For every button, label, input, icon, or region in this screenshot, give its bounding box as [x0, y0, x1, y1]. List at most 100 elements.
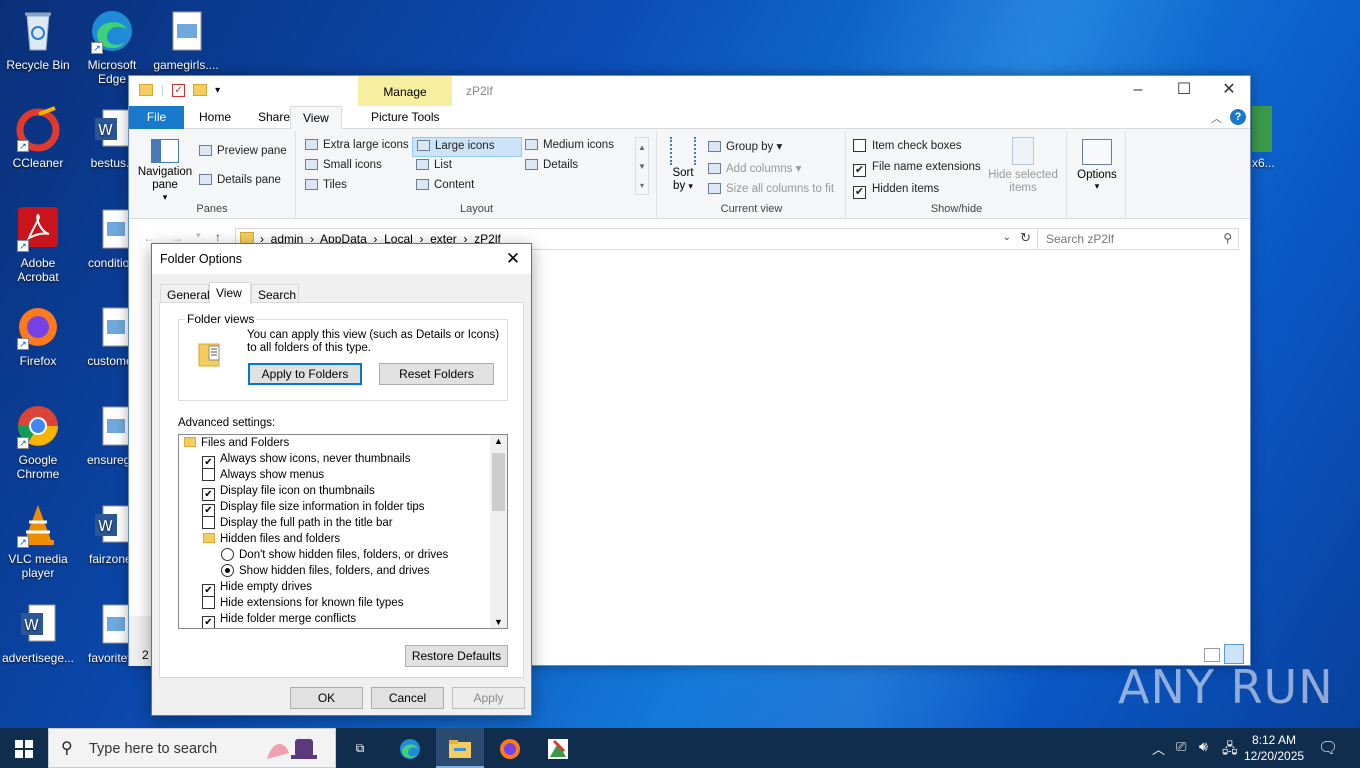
tab-picture-tools[interactable]: Picture Tools — [359, 106, 451, 129]
taskbar-edge-icon[interactable] — [386, 728, 434, 768]
recent-locations-icon[interactable]: ▾ — [196, 230, 201, 241]
folder-views-icon — [197, 340, 223, 368]
scrollbar-thumb[interactable] — [492, 453, 505, 511]
file-name-extensions-toggle[interactable]: ✔ File name extensions — [853, 161, 981, 177]
meet-now-icon[interactable]: ⎚ — [1176, 739, 1186, 755]
hide-selected-items-button[interactable]: Hide selected items — [987, 137, 1059, 195]
tab-search[interactable]: Search — [251, 284, 299, 303]
search-input[interactable]: Search zP2lf ⚲ — [1037, 228, 1239, 250]
tab-general[interactable]: General — [160, 284, 210, 303]
layout-tiles[interactable]: Tiles — [305, 179, 347, 191]
layout-extra-large-icons[interactable]: Extra large icons — [305, 139, 409, 151]
folder-icon[interactable] — [139, 84, 153, 96]
tab-file[interactable]: File — [129, 106, 184, 129]
apply-button[interactable]: Apply — [452, 687, 525, 709]
shortcut-arrow-icon: ↗ — [17, 437, 29, 449]
checkbox — [853, 139, 866, 152]
dropdown-icon: ▾ — [162, 192, 168, 202]
address-dropdown-icon[interactable]: ⌄ — [1003, 232, 1011, 243]
setting-hide-empty-drives[interactable]: ✔ Hide empty drives — [202, 579, 312, 597]
clock[interactable]: 8:12 AM 12/20/2025 — [1244, 732, 1304, 764]
tab-home[interactable]: Home — [187, 106, 243, 129]
item-check-boxes-toggle[interactable]: Item check boxes — [853, 139, 961, 152]
tree-folder-files-and-folders: Files and Folders — [184, 435, 289, 451]
shortcut-arrow-icon: ↗ — [17, 338, 29, 350]
radio-button-selected — [221, 564, 234, 577]
properties-icon[interactable]: ✓ — [172, 83, 186, 97]
layout-small-icons[interactable]: Small icons — [305, 159, 382, 171]
layout-gallery-scroll[interactable]: ▲ ▼ ▾ — [635, 137, 649, 195]
desktop-icon-recycle-bin[interactable]: Recycle Bin — [0, 8, 76, 72]
close-icon[interactable]: ✕ — [1206, 76, 1252, 106]
setting-dont-show-hidden[interactable]: Don't show hidden files, folders, or dri… — [221, 547, 448, 563]
add-columns-button[interactable]: Add columns ▾ — [708, 161, 801, 175]
navigation-pane-button[interactable]: Navigation pane ▾ — [135, 135, 195, 203]
new-folder-icon[interactable] — [193, 84, 208, 96]
desktop-icon-vlc[interactable]: ↗ VLC media player — [0, 502, 76, 580]
desktop-icon-firefox[interactable]: ↗ Firefox — [0, 304, 76, 368]
setting-hide-extensions[interactable]: Hide extensions for known file types — [202, 595, 403, 611]
setting-always-show-icons[interactable]: ✔ Always show icons, never thumbnails — [202, 451, 410, 469]
options-button[interactable]: Options ▾ — [1074, 139, 1120, 192]
layout-medium-icons[interactable]: Medium icons — [525, 139, 614, 151]
extra-large-icons-icon — [305, 139, 318, 150]
setting-always-show-menus[interactable]: Always show menus — [202, 467, 324, 483]
show-hidden-icons[interactable]: ︿ — [1152, 739, 1165, 758]
start-button[interactable] — [0, 728, 48, 768]
vlc-icon: ↗ — [15, 502, 61, 548]
scroll-down-icon[interactable]: ▼ — [490, 617, 507, 627]
ok-button[interactable]: OK — [290, 687, 363, 709]
taskbar-search-input[interactable]: ⚲ Type here to search — [48, 728, 336, 768]
setting-display-file-size[interactable]: ✔ Display file size information in folder… — [202, 499, 425, 517]
setting-hide-merge-conflicts[interactable]: ✔ Hide folder merge conflicts — [202, 611, 356, 628]
setting-show-hidden[interactable]: Show hidden files, folders, and drives — [221, 563, 430, 579]
dialog-title-bar: Folder Options ✕ — [152, 244, 531, 274]
tab-manage[interactable]: Manage — [358, 76, 452, 106]
tree-scrollbar[interactable]: ▲ ▼ — [490, 435, 507, 628]
scroll-up-icon[interactable]: ▲ — [490, 436, 507, 446]
minimize-icon[interactable]: – — [1115, 76, 1161, 106]
desktop-icon-acrobat[interactable]: ↗ Adobe Acrobat — [0, 206, 76, 284]
restore-defaults-button[interactable]: Restore Defaults — [405, 645, 508, 667]
desktop-icon-label: gamegirls.... — [153, 58, 219, 72]
apply-to-folders-button[interactable]: Apply to Folders — [248, 363, 362, 385]
setting-display-file-icon[interactable]: ✔ Display file icon on thumbnails — [202, 483, 375, 501]
taskbar-firefox-icon[interactable] — [486, 728, 534, 768]
cancel-button[interactable]: Cancel — [371, 687, 444, 709]
volume-icon[interactable]: 🔊︎ — [1199, 738, 1208, 755]
network-icon[interactable]: 🖧 — [1222, 738, 1238, 762]
desktop-icon-advertisege[interactable]: W advertisege... — [0, 601, 76, 665]
tab-view[interactable]: View — [209, 282, 251, 304]
help-icon[interactable]: ? — [1230, 109, 1246, 125]
reset-folders-button[interactable]: Reset Folders — [379, 363, 494, 385]
list-icon — [416, 159, 429, 170]
layout-list[interactable]: List — [416, 159, 452, 171]
desktop-icon-ccleaner[interactable]: ↗ CCleaner — [0, 106, 76, 170]
close-icon[interactable]: ✕ — [501, 247, 525, 271]
hidden-items-toggle[interactable]: ✔ Hidden items — [853, 183, 939, 199]
taskbar-file-explorer-icon[interactable] — [436, 728, 484, 768]
tab-view[interactable]: View — [290, 106, 342, 130]
maximize-icon[interactable]: ☐ — [1161, 76, 1207, 106]
group-by-button[interactable]: Group by ▾ — [708, 139, 782, 153]
layout-large-icons[interactable]: Large icons — [412, 137, 522, 157]
taskbar-app-icon[interactable] — [534, 728, 582, 768]
advanced-settings-tree[interactable]: Files and Folders ✔ Always show icons, ne… — [178, 434, 508, 629]
collapse-ribbon-icon[interactable]: ︿ — [1211, 110, 1222, 126]
details-pane-button[interactable]: Details pane — [199, 174, 281, 186]
notifications-icon[interactable]: 🗨︎ — [1318, 738, 1338, 758]
preview-pane-button[interactable]: Preview pane — [199, 145, 287, 157]
setting-display-full-path[interactable]: Display the full path in the title bar — [202, 515, 393, 531]
desktop-icon-gamegirls[interactable]: gamegirls.... — [148, 8, 224, 72]
task-view-icon[interactable]: ⧉ — [336, 728, 384, 768]
layout-details[interactable]: Details — [525, 159, 578, 171]
view-tab-panel: Folder views You can apply this view (su… — [159, 302, 524, 678]
sort-by-button[interactable]: Sort by ▾ — [666, 137, 700, 193]
desktop-icon-chrome[interactable]: ↗ Google Chrome — [0, 403, 76, 481]
refresh-icon[interactable]: ↻ — [1020, 230, 1031, 246]
group-by-icon — [708, 141, 721, 152]
up-icon[interactable]: ↑ — [215, 230, 221, 244]
layout-content[interactable]: Content — [416, 179, 474, 191]
size-columns-button[interactable]: Size all columns to fit — [708, 183, 834, 195]
customize-dropdown-icon[interactable]: ▾ — [215, 85, 220, 96]
